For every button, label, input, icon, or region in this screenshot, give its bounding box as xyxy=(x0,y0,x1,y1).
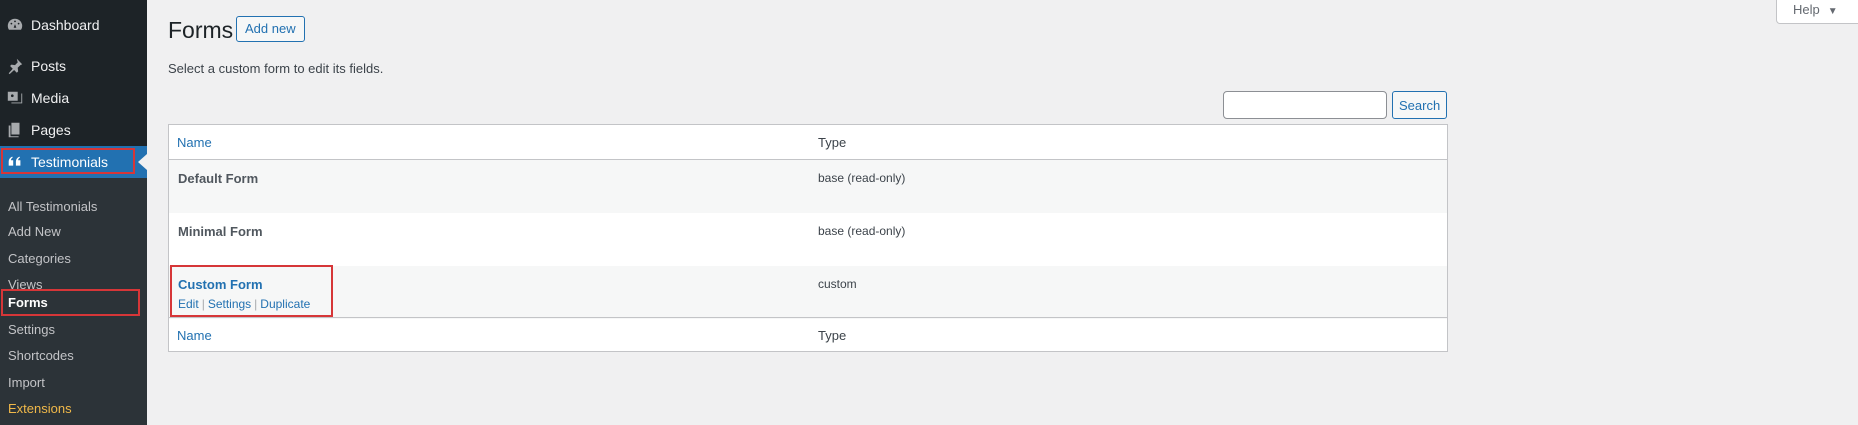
column-header-name[interactable]: Name xyxy=(177,135,212,150)
media-icon xyxy=(5,88,25,108)
form-name-link[interactable]: Custom Form xyxy=(178,277,263,292)
duplicate-link[interactable]: Duplicate xyxy=(260,297,310,311)
forms-table: Name Type Default Form base (read-only) … xyxy=(168,124,1448,352)
separator: | xyxy=(201,297,205,311)
dashboard-icon xyxy=(5,15,25,35)
menu-item-testimonials[interactable]: Testimonials xyxy=(0,146,147,178)
row-actions: Edit | Settings | Duplicate xyxy=(178,297,310,311)
help-label: Help xyxy=(1793,2,1820,17)
menu-item-dashboard[interactable]: Dashboard xyxy=(0,10,147,40)
submenu-item-forms[interactable]: Forms xyxy=(8,295,48,311)
column-footer-type: Type xyxy=(818,328,847,343)
menu-item-label: Posts xyxy=(31,58,67,74)
table-header: Name Type xyxy=(169,125,1447,160)
settings-link[interactable]: Settings xyxy=(208,297,251,311)
submenu-item-add-new[interactable]: Add New xyxy=(8,224,61,240)
table-row: Minimal Form base (read-only) xyxy=(169,213,1447,266)
caret-down-icon: ▼ xyxy=(1827,6,1838,17)
menu-item-media[interactable]: Media xyxy=(0,83,147,113)
submenu-item-all-testimonials[interactable]: All Testimonials xyxy=(8,199,97,215)
submenu-item-shortcodes[interactable]: Shortcodes xyxy=(8,348,74,364)
table-row: Default Form base (read-only) xyxy=(169,160,1447,213)
submenu-item-extensions[interactable]: Extensions xyxy=(8,401,72,417)
pages-icon xyxy=(5,120,25,140)
pin-icon xyxy=(5,56,25,76)
form-name: Default Form xyxy=(178,171,259,186)
submenu-item-views[interactable]: Views xyxy=(8,277,42,293)
add-new-button[interactable]: Add new xyxy=(236,16,305,42)
menu-item-label: Media xyxy=(31,90,70,106)
quote-icon xyxy=(5,152,25,172)
column-footer-name[interactable]: Name xyxy=(177,328,212,343)
help-tab-button[interactable]: Help ▼ xyxy=(1776,0,1858,24)
menu-item-pages[interactable]: Pages xyxy=(0,115,147,145)
page-title: Forms xyxy=(168,17,234,43)
form-type: base (read-only) xyxy=(818,224,906,238)
separator: | xyxy=(254,297,258,311)
menu-item-label: Pages xyxy=(31,122,71,138)
edit-link[interactable]: Edit xyxy=(178,297,199,311)
admin-sidebar: Dashboard Posts Media Pages Testimonials… xyxy=(0,0,147,425)
form-name: Minimal Form xyxy=(178,224,263,239)
form-type: base (read-only) xyxy=(818,171,906,185)
table-footer: Name Type xyxy=(169,317,1447,352)
menu-item-label: Dashboard xyxy=(31,17,100,33)
search-input[interactable] xyxy=(1223,91,1387,119)
search-button[interactable]: Search xyxy=(1392,91,1447,119)
menu-item-label: Testimonials xyxy=(31,154,109,170)
form-type: custom xyxy=(818,277,857,291)
submenu-item-settings[interactable]: Settings xyxy=(8,322,55,338)
submenu-item-categories[interactable]: Categories xyxy=(8,251,71,267)
menu-item-posts[interactable]: Posts xyxy=(0,51,147,81)
page-description: Select a custom form to edit its fields. xyxy=(168,61,384,76)
table-row: Custom Form custom Edit | Settings | Duplica… xyxy=(169,266,1447,319)
submenu-item-import[interactable]: Import xyxy=(8,375,45,391)
column-header-type: Type xyxy=(818,135,847,150)
current-menu-arrow xyxy=(138,154,147,170)
